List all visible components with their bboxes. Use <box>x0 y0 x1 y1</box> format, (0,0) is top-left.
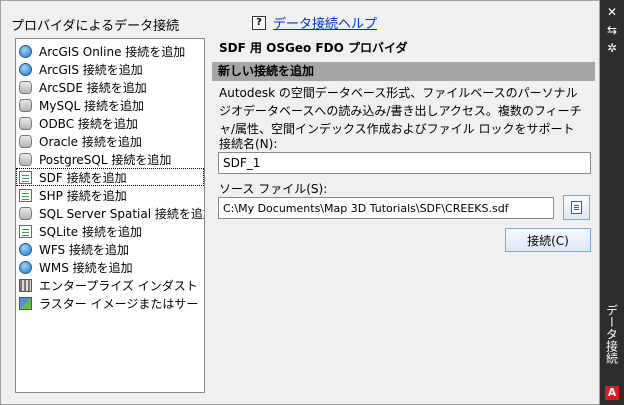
provider-item[interactable]: SQL Server Spatial 接続を追加 <box>16 204 204 222</box>
provider-item[interactable]: SDF 接続を追加 <box>16 168 204 186</box>
properties-menu-icon[interactable]: ✲ <box>604 40 620 56</box>
database-icon <box>19 206 32 220</box>
provider-title: SDF 用 OSGeo FDO プロバイダ <box>219 41 408 55</box>
palette-title: データ接続 <box>604 304 619 364</box>
file-icon <box>19 224 32 238</box>
provider-item[interactable]: ODBC 接続を追加 <box>16 114 204 132</box>
provider-item-label: SQL Server Spatial 接続を追加 <box>39 206 205 221</box>
grid-icon <box>19 278 32 292</box>
provider-item-label: ODBC 接続を追加 <box>39 116 138 131</box>
autohide-icon[interactable]: ⇆ <box>604 22 620 38</box>
autodesk-logo-icon: A <box>605 386 619 400</box>
help-link[interactable]: データ接続ヘルプ <box>273 13 377 32</box>
provider-item-label: WFS 接続を追加 <box>39 242 129 257</box>
provider-item-label: ArcGIS 接続を追加 <box>39 62 143 77</box>
provider-item[interactable]: ArcGIS 接続を追加 <box>16 60 204 78</box>
provider-item[interactable]: ArcGIS Online 接続を追加 <box>16 42 204 60</box>
provider-item-label: エンタープライズ インダスト <box>39 278 198 293</box>
palette-side-bar: ✕ ⇆ ✲ データ接続 A <box>600 0 624 405</box>
provider-item-label: ArcSDE 接続を追加 <box>39 80 147 95</box>
connection-name-label: 接続名(N): <box>219 137 278 151</box>
provider-item[interactable]: WMS 接続を追加 <box>16 258 204 276</box>
database-icon <box>19 134 32 148</box>
provider-list[interactable]: ArcGIS Online 接続を追加 ArcGIS 接続を追加 ArcSDE 接続… <box>15 38 205 393</box>
connect-button[interactable]: 接続(C) <box>505 228 591 252</box>
provider-item-label: WMS 接続を追加 <box>39 260 133 275</box>
provider-item-label: Oracle 接続を追加 <box>39 134 142 149</box>
database-icon <box>19 152 32 166</box>
close-icon[interactable]: ✕ <box>604 4 620 20</box>
database-icon <box>19 80 32 94</box>
globe-icon <box>19 260 32 274</box>
provider-item[interactable]: Oracle 接続を追加 <box>16 132 204 150</box>
database-icon <box>19 98 32 112</box>
provider-item[interactable]: ArcSDE 接続を追加 <box>16 78 204 96</box>
globe-icon <box>19 62 32 76</box>
document-icon <box>571 201 582 214</box>
section-header: 新しい接続を追加 <box>212 62 595 81</box>
provider-item-label: PostgreSQL 接続を追加 <box>39 152 172 167</box>
provider-item-label: MySQL 接続を追加 <box>39 98 145 113</box>
provider-item-label: SQLite 接続を追加 <box>39 224 142 239</box>
source-file-label: ソース ファイル(S): <box>219 182 328 196</box>
globe-icon <box>19 242 32 256</box>
providers-label: プロバイダによるデータ接続 <box>11 19 180 34</box>
provider-item[interactable]: エンタープライズ インダスト <box>16 276 204 294</box>
source-file-input[interactable] <box>218 197 554 219</box>
provider-item[interactable]: SQLite 接続を追加 <box>16 222 204 240</box>
browse-file-button[interactable] <box>563 195 590 220</box>
file-icon <box>19 170 32 184</box>
connection-name-input[interactable] <box>218 152 591 174</box>
provider-item[interactable]: MySQL 接続を追加 <box>16 96 204 114</box>
provider-item-label: SDF 接続を追加 <box>39 170 127 185</box>
provider-item-label: ラスター イメージまたはサー <box>39 296 199 311</box>
provider-item[interactable]: WFS 接続を追加 <box>16 240 204 258</box>
data-connect-window: プロバイダによるデータ接続 ? データ接続ヘルプ ArcGIS Online 接… <box>0 0 600 405</box>
globe-icon <box>19 44 32 58</box>
provider-item-label: SHP 接続を追加 <box>39 188 127 203</box>
image-icon <box>19 296 32 310</box>
provider-item[interactable]: PostgreSQL 接続を追加 <box>16 150 204 168</box>
database-icon <box>19 116 32 130</box>
provider-item-label: ArcGIS Online 接続を追加 <box>39 44 186 59</box>
provider-item[interactable]: ラスター イメージまたはサー <box>16 294 204 312</box>
help-icon[interactable]: ? <box>252 15 266 30</box>
provider-item[interactable]: SHP 接続を追加 <box>16 186 204 204</box>
provider-description: Autodesk の空間データベース形式、ファイルベースのパーソナル ジオデータ… <box>219 86 582 136</box>
help-area: ? データ接続ヘルプ <box>252 13 377 32</box>
file-icon <box>19 188 32 202</box>
